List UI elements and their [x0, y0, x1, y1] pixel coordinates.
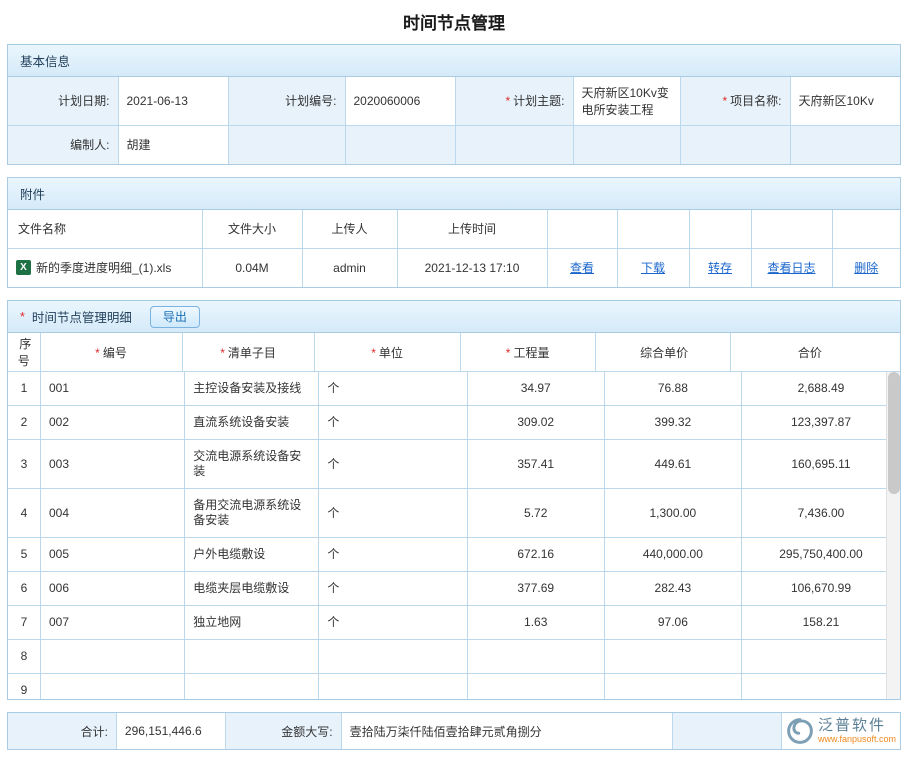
compiler-value: 胡建	[118, 125, 228, 164]
plan-date-label: 计划日期:	[8, 77, 118, 125]
col-uploader: 上传人	[302, 210, 397, 248]
view-link[interactable]: 查看	[570, 261, 594, 275]
attachment-uploader: admin	[302, 248, 397, 287]
col-unit-price: 综合单价	[595, 333, 730, 371]
detail-section-title: 时间节点管理明细	[32, 307, 132, 326]
col-upload-time: 上传时间	[397, 210, 547, 248]
detail-row: 5 005 户外电缆敷设 个 672.16 440,000.00 295,750…	[8, 538, 886, 572]
total-label: 合计:	[8, 713, 117, 749]
basic-info-table: 计划日期: 2021-06-13 计划编号: 2020060006 *计划主题:…	[8, 77, 900, 164]
col-action	[547, 210, 617, 248]
basic-info-row-1: 计划日期: 2021-06-13 计划编号: 2020060006 *计划主题:…	[8, 77, 900, 125]
col-unit: *单位	[314, 333, 460, 371]
empty-cell	[228, 125, 345, 164]
total-value: 296,151,446.6	[117, 713, 226, 749]
attachment-upload-time: 2021-12-13 17:10	[397, 248, 547, 287]
action-cell: 查看日志	[751, 248, 832, 287]
empty-cell	[680, 125, 790, 164]
attachments-section-bar: 附件	[8, 178, 900, 210]
project-name-label: *项目名称:	[680, 77, 790, 125]
fanpu-logo-icon	[786, 717, 814, 745]
detail-row: 6 006 电缆夹层电缆敷设 个 377.69 282.43 106,670.9…	[8, 572, 886, 606]
attachments-section-title: 附件	[20, 184, 45, 203]
download-link[interactable]: 下载	[641, 261, 665, 275]
detail-section-bar: * 时间节点管理明细 导出	[8, 301, 900, 333]
detail-row: 4 004 备用交流电源系统设备安装 个 5.72 1,300.00 7,436…	[8, 489, 886, 538]
detail-table-body: 1 001 主控设备安装及接线 个 34.97 76.88 2,688.49 2…	[8, 372, 900, 699]
plan-number-label: 计划编号:	[228, 77, 345, 125]
col-action	[617, 210, 689, 248]
delete-link[interactable]: 删除	[854, 261, 878, 275]
compiler-label: 编制人:	[8, 125, 118, 164]
detail-table-header: 序号 *编号 *清单子目 *单位 *工程量 综合单价 合价	[8, 333, 900, 372]
col-seq: 序号	[8, 333, 40, 371]
view-log-link[interactable]: 查看日志	[767, 261, 815, 275]
empty-cell	[455, 125, 573, 164]
attachment-file-size: 0.04M	[202, 248, 302, 287]
col-code: *编号	[40, 333, 182, 371]
col-total-price: 合价	[730, 333, 886, 371]
required-mark: *	[505, 94, 510, 108]
amount-in-words-value: 壹拾陆万柒仟陆佰壹拾肆元贰角捌分	[342, 713, 673, 749]
brand-name: 泛普软件	[818, 718, 896, 734]
basic-info-row-2: 编制人: 胡建	[8, 125, 900, 164]
plan-number-value: 2020060006	[345, 77, 455, 125]
detail-row: 9	[8, 674, 886, 700]
attachment-row: X 新的季度进度明细_(1).xls 0.04M admin 2021-12-1…	[8, 248, 900, 287]
empty-cell	[673, 713, 782, 749]
required-mark: *	[20, 310, 25, 324]
attachment-file-cell: X 新的季度进度明细_(1).xls	[8, 248, 202, 287]
header-spacer	[886, 333, 900, 371]
col-file-size: 文件大小	[202, 210, 302, 248]
col-quantity: *工程量	[460, 333, 595, 371]
col-file-name: 文件名称	[8, 210, 202, 248]
project-name-value: 天府新区10Kv	[790, 77, 900, 125]
brand-url: www.fanpusoft.com	[818, 734, 896, 744]
detail-row: 8	[8, 640, 886, 674]
basic-info-section-title: 基本信息	[20, 51, 70, 70]
attachments-header-row: 文件名称 文件大小 上传人 上传时间	[8, 210, 900, 248]
plan-subject-label: *计划主题:	[455, 77, 573, 125]
action-cell: 查看	[547, 248, 617, 287]
required-mark: *	[722, 94, 727, 108]
fanpu-brand: 泛普软件 www.fanpusoft.com	[782, 713, 900, 749]
action-cell: 转存	[689, 248, 751, 287]
basic-info-panel: 基本信息 计划日期: 2021-06-13 计划编号: 2020060006 *…	[7, 44, 901, 165]
col-action	[689, 210, 751, 248]
excel-file-icon: X	[16, 260, 31, 275]
col-item: *清单子目	[182, 333, 314, 371]
amount-in-words-label: 金额大写:	[226, 713, 342, 749]
empty-cell	[573, 125, 680, 164]
plan-date-value: 2021-06-13	[118, 77, 228, 125]
detail-panel: * 时间节点管理明细 导出 序号 *编号 *清单子目 *单位 *工程量 综合单价…	[7, 300, 901, 700]
totals-bar: 合计: 296,151,446.6 金额大写: 壹拾陆万柒仟陆佰壹拾肆元贰角捌分…	[7, 712, 901, 750]
scrollbar-thumb[interactable]	[888, 372, 900, 494]
plan-subject-value: 天府新区10Kv变电所安装工程	[573, 77, 680, 125]
export-button[interactable]: 导出	[150, 306, 200, 328]
basic-info-section-bar: 基本信息	[8, 45, 900, 77]
empty-cell	[345, 125, 455, 164]
detail-row: 3 003 交流电源系统设备安装 个 357.41 449.61 160,695…	[8, 440, 886, 489]
attachments-table: 文件名称 文件大小 上传人 上传时间 X 新的季度进度明细_(1).xls 0.…	[8, 210, 900, 287]
col-action	[832, 210, 900, 248]
detail-row: 1 001 主控设备安装及接线 个 34.97 76.88 2,688.49	[8, 372, 886, 406]
vertical-scrollbar[interactable]	[886, 372, 900, 699]
save-as-link[interactable]: 转存	[708, 261, 732, 275]
action-cell: 删除	[832, 248, 900, 287]
attachments-panel: 附件 文件名称 文件大小 上传人 上传时间 X 新的季度进度明细_(1).xls…	[7, 177, 901, 288]
detail-row: 7 007 独立地网 个 1.63 97.06 158.21	[8, 606, 886, 640]
detail-row: 2 002 直流系统设备安装 个 309.02 399.32 123,397.8…	[8, 406, 886, 440]
col-action	[751, 210, 832, 248]
page-title: 时间节点管理	[0, 0, 908, 44]
empty-cell	[790, 125, 900, 164]
action-cell: 下载	[617, 248, 689, 287]
attachment-file-name: 新的季度进度明细_(1).xls	[36, 259, 171, 276]
